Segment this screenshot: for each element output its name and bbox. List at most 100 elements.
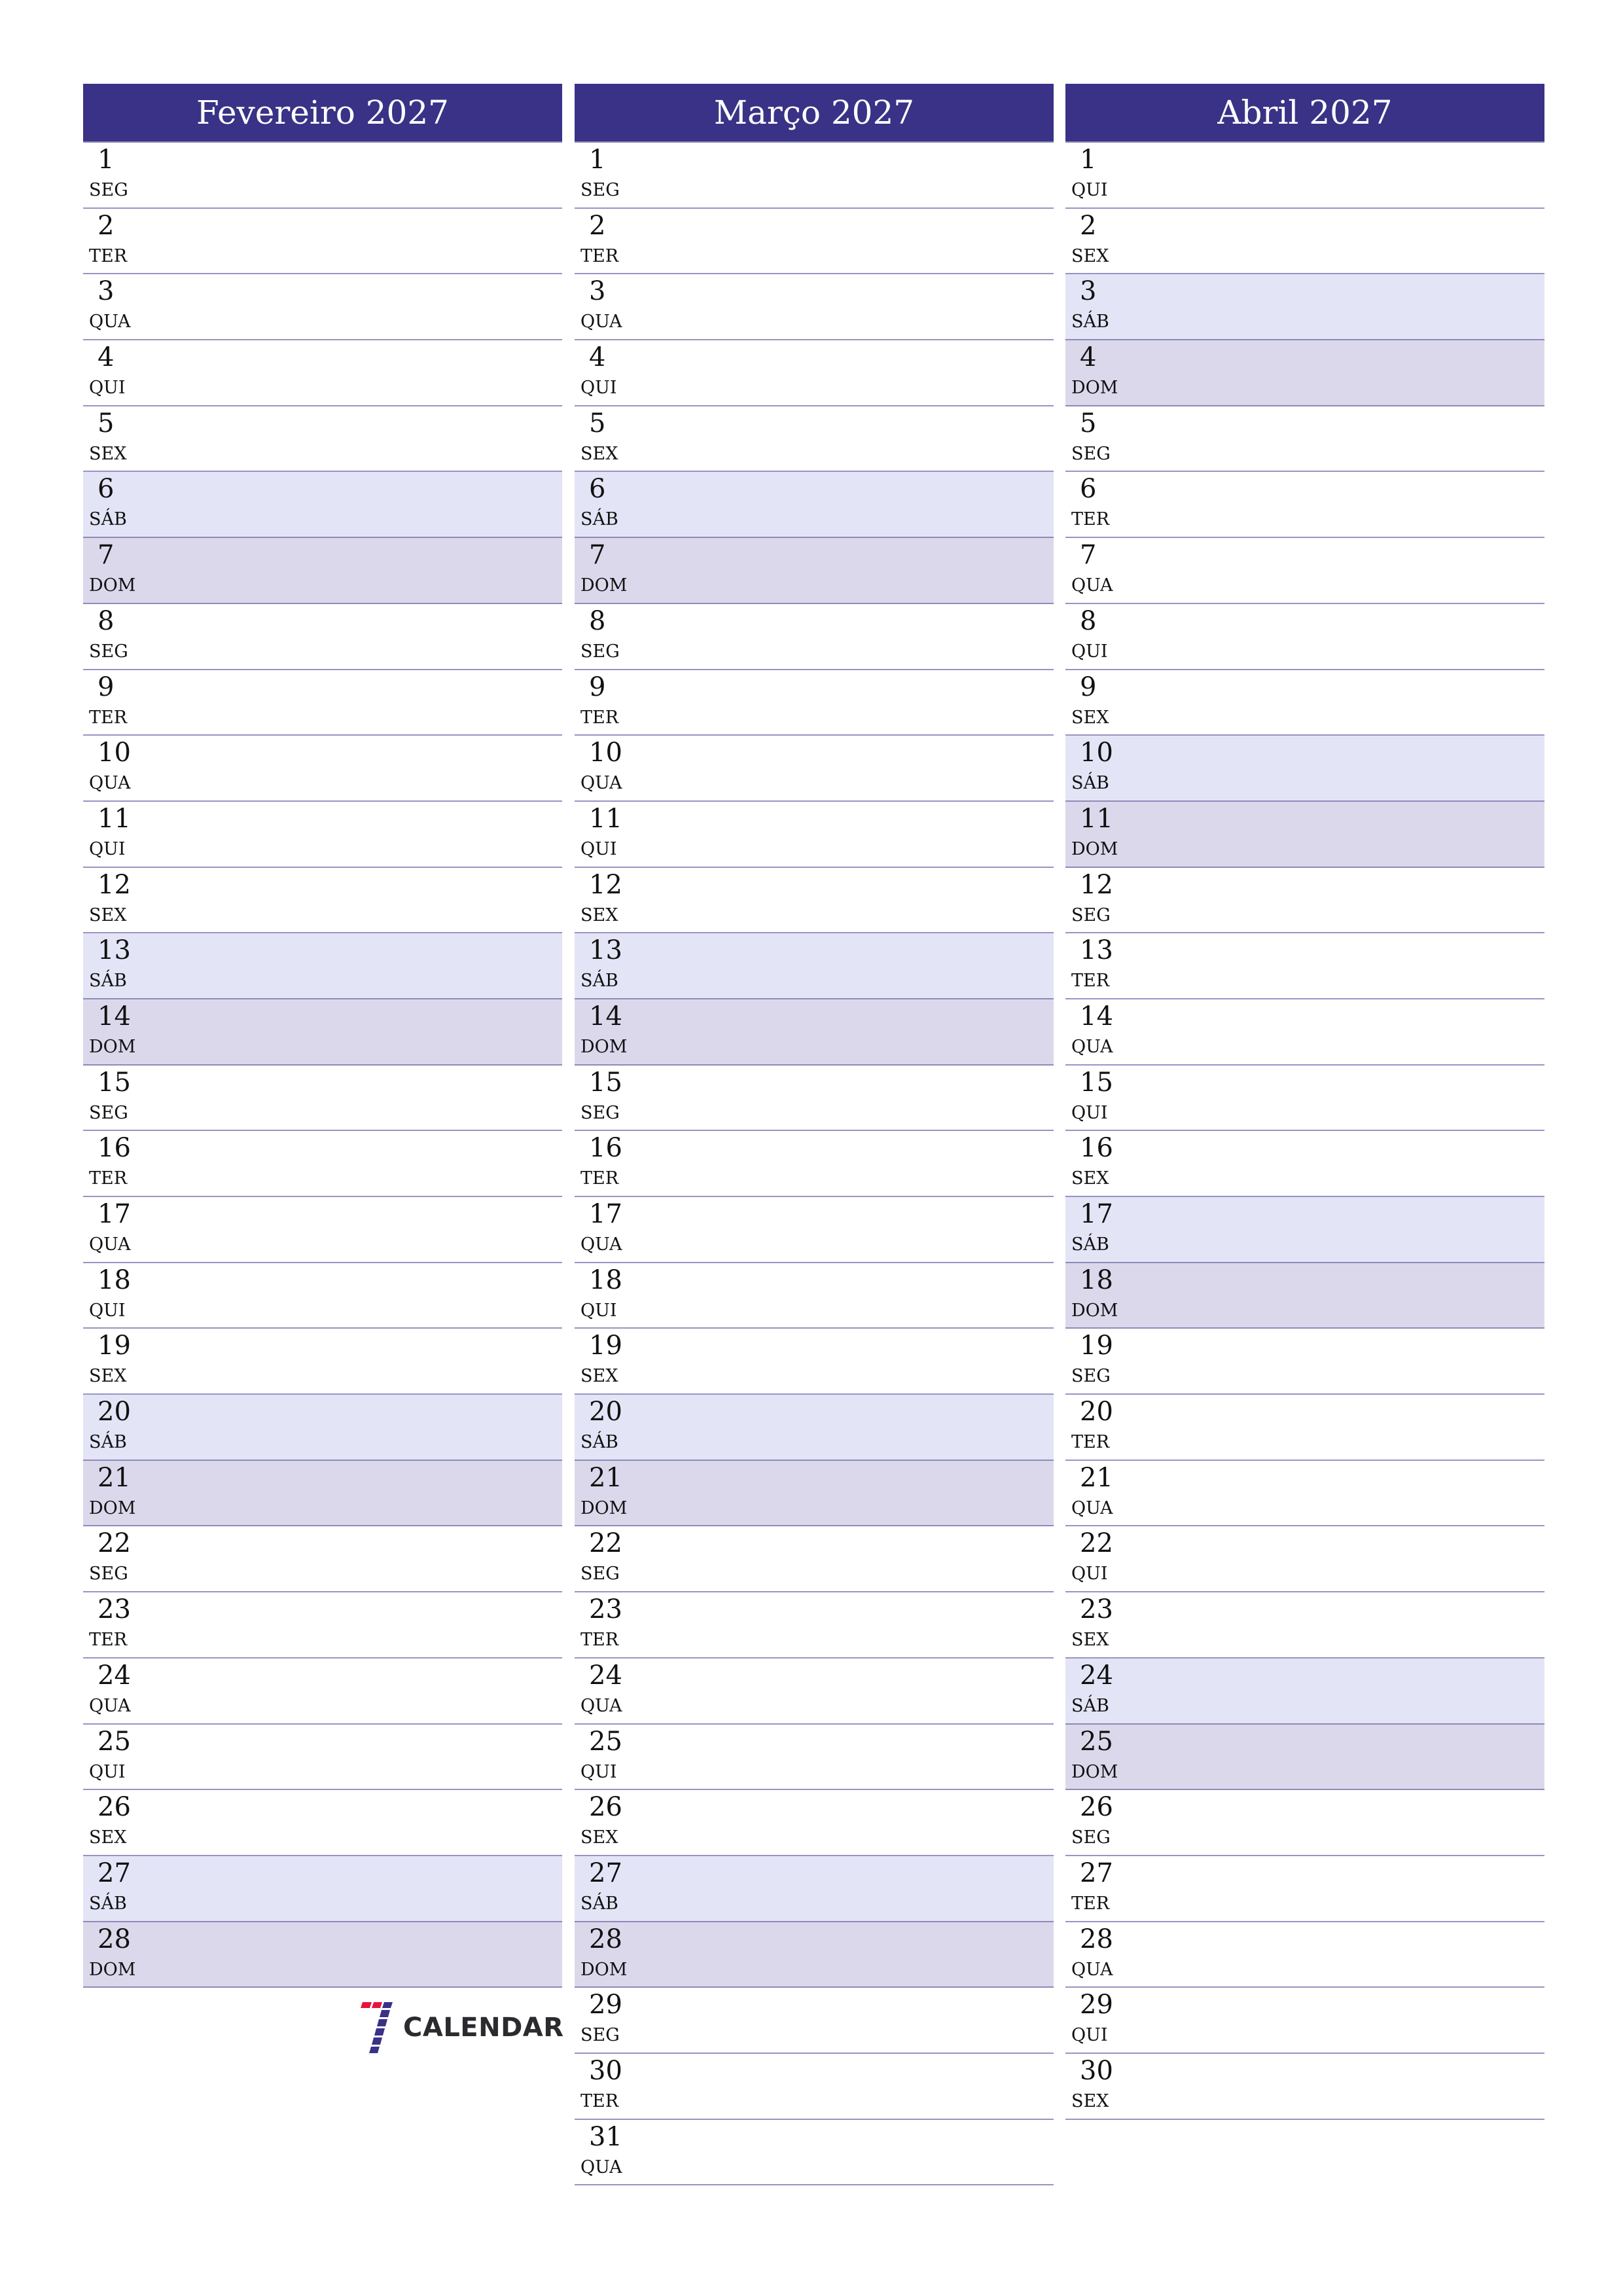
- day-list: 1 SEG 2 TER 3 QUA 4 QUI 5 SEX 6 SÁB 7 DOM 8 SEG 9 TER 10 QU…: [83, 143, 562, 1988]
- day-number: 26: [98, 1792, 131, 1823]
- day-row: 23 TER: [83, 1592, 562, 1659]
- day-number: 7: [98, 540, 115, 571]
- day-row: 4 QUI: [575, 340, 1054, 406]
- weekday-label: SEG: [89, 180, 128, 200]
- weekday-label: QUA: [580, 312, 622, 332]
- day-number: 7: [1080, 540, 1097, 571]
- day-number: 3: [98, 276, 115, 307]
- weekday-label: QUA: [580, 2157, 622, 2178]
- day-row: 10 QUA: [575, 736, 1054, 802]
- day-number: 21: [1080, 1462, 1113, 1493]
- day-row: 7 DOM: [575, 538, 1054, 604]
- weekday-label: SÁB: [580, 1893, 618, 1914]
- day-number: 21: [98, 1462, 131, 1493]
- day-row: 2 TER: [83, 209, 562, 275]
- day-row: 11 QUI: [83, 802, 562, 868]
- day-row: 14 QUA: [1065, 999, 1544, 1066]
- day-row: 7 DOM: [83, 538, 562, 604]
- day-number: 19: [1080, 1331, 1113, 1361]
- weekday-label: SÁB: [580, 971, 618, 992]
- day-row: 8 SEG: [83, 604, 562, 670]
- day-number: 16: [589, 1133, 622, 1164]
- weekday-label: SEG: [89, 641, 128, 662]
- day-row: 23 TER: [575, 1592, 1054, 1659]
- day-row: 4 QUI: [83, 340, 562, 406]
- day-row: 6 SÁB: [575, 472, 1054, 539]
- seven-calendar-logo-icon: [361, 2002, 393, 2053]
- day-number: 23: [589, 1594, 622, 1625]
- day-row: 9 TER: [83, 670, 562, 736]
- day-row: 24 QUA: [83, 1659, 562, 1725]
- day-number: 11: [589, 803, 622, 834]
- weekday-label: SÁB: [89, 509, 127, 530]
- weekday-label: SÁB: [89, 1432, 127, 1453]
- day-row: 9 SEX: [1065, 670, 1544, 736]
- weekday-label: QUA: [1071, 575, 1113, 596]
- day-list: 1 SEG 2 TER 3 QUA 4 QUI 5 SEX 6 SÁB 7 DOM 8 SEG 9 TER 10 QU…: [575, 143, 1054, 2186]
- day-number: 12: [589, 869, 622, 900]
- day-row: 3 QUA: [83, 274, 562, 341]
- day-row: 30 TER: [575, 2054, 1054, 2120]
- weekday-label: TER: [580, 245, 619, 266]
- day-number: 15: [1080, 1067, 1113, 1098]
- month-header: Março 2027: [575, 84, 1054, 143]
- weekday-label: DOM: [1071, 1300, 1118, 1321]
- weekday-label: TER: [1071, 1432, 1110, 1453]
- day-row: 7 QUA: [1065, 538, 1544, 604]
- weekday-label: DOM: [580, 575, 628, 596]
- day-number: 28: [1080, 1924, 1113, 1954]
- day-row: 25 QUI: [575, 1725, 1054, 1791]
- day-row: 12 SEX: [575, 868, 1054, 934]
- weekday-label: SEX: [1071, 245, 1109, 266]
- weekday-label: QUA: [89, 1234, 131, 1255]
- weekday-label: DOM: [580, 1959, 628, 1980]
- weekday-label: SEX: [89, 1366, 127, 1387]
- weekday-label: TER: [1071, 1893, 1110, 1914]
- weekday-label: DOM: [1071, 378, 1118, 399]
- day-number: 31: [589, 2121, 622, 2152]
- day-number: 17: [589, 1199, 622, 1229]
- weekday-label: TER: [89, 245, 128, 266]
- day-row: 26 SEX: [83, 1790, 562, 1856]
- month-header: Fevereiro 2027: [83, 84, 562, 143]
- weekday-label: TER: [1071, 509, 1110, 530]
- day-row: 11 DOM: [1065, 801, 1544, 868]
- day-number: 26: [1080, 1792, 1113, 1823]
- day-number: 11: [1080, 803, 1113, 834]
- day-row: 4 DOM: [1065, 340, 1544, 406]
- day-number: 2: [98, 210, 115, 241]
- day-row: 21 DOM: [83, 1460, 562, 1527]
- weekday-label: QUA: [1071, 1498, 1113, 1518]
- day-row: 19 SEX: [575, 1329, 1054, 1395]
- day-number: 22: [98, 1528, 131, 1559]
- day-row: 8 SEG: [575, 604, 1054, 670]
- day-number: 20: [98, 1397, 131, 1427]
- day-number: 17: [98, 1199, 131, 1229]
- weekday-label: QUI: [89, 378, 126, 399]
- day-number: 20: [589, 1397, 622, 1427]
- day-number: 10: [98, 738, 131, 768]
- weekday-label: SÁB: [1071, 1234, 1109, 1255]
- day-row: 1 SEG: [575, 143, 1054, 209]
- day-row: 27 SÁB: [83, 1856, 562, 1922]
- weekday-label: SEG: [1071, 905, 1111, 925]
- weekday-label: SEG: [580, 180, 620, 200]
- day-row: 23 SEX: [1065, 1592, 1544, 1659]
- day-row: 5 SEX: [83, 406, 562, 473]
- day-row: 16 TER: [575, 1131, 1054, 1197]
- weekday-label: DOM: [1071, 838, 1118, 859]
- weekday-label: QUI: [580, 378, 617, 399]
- weekday-label: SEG: [580, 2025, 620, 2046]
- weekday-label: DOM: [89, 1036, 136, 1057]
- weekday-label: SÁB: [580, 1432, 618, 1453]
- day-row: 14 DOM: [83, 999, 562, 1066]
- day-row: 29 QUI: [1065, 1988, 1544, 2054]
- weekday-label: SEG: [89, 1564, 128, 1585]
- day-number: 22: [1080, 1528, 1113, 1559]
- day-row: 27 SÁB: [575, 1856, 1054, 1922]
- day-number: 14: [589, 1001, 622, 1031]
- logo-text: CALENDAR: [403, 2013, 564, 2043]
- day-number: 18: [589, 1265, 622, 1295]
- weekday-label: SÁB: [1071, 773, 1109, 794]
- day-number: 2: [589, 210, 606, 241]
